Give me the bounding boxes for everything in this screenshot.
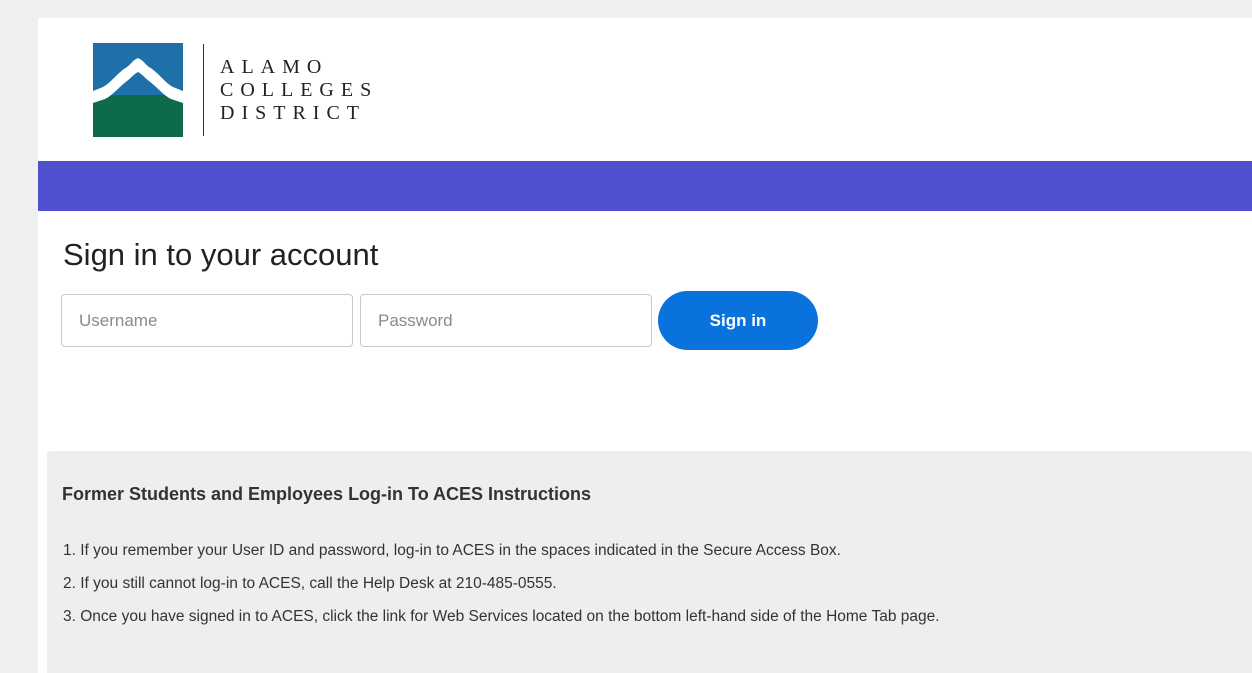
logo-line-3: DISTRICT [220,101,366,124]
logo-line-2: COLLEGES [220,78,379,101]
logo-divider [203,44,204,136]
header-banner [38,161,1252,211]
instructions-heading: Former Students and Employees Log-in To … [62,484,592,504]
sign-in-button[interactable]: Sign in [658,291,818,350]
list-item: 3. Once you have signed in to ACES, clic… [63,608,940,625]
instructions-list: 1. If you remember your User ID and pass… [63,534,940,633]
username-input[interactable] [61,294,353,347]
list-item: 2. If you still cannot log-in to ACES, c… [63,575,557,592]
alamo-colleges-logo[interactable]: ALAMO COLLEGES DISTRICT [93,43,378,137]
logo-line-1: ALAMO [220,55,329,78]
logo-wordmark: ALAMO COLLEGES DISTRICT [220,56,378,125]
instructions-panel: Former Students and Employees Log-in To … [47,451,1252,673]
list-item: 1. If you remember your User ID and pass… [63,542,841,559]
mission-arch-logo-icon [93,43,183,137]
page-title: Sign in to your account [63,237,379,272]
password-input[interactable] [360,294,652,347]
login-page: ALAMO COLLEGES DISTRICT Sign in to your … [38,18,1252,673]
